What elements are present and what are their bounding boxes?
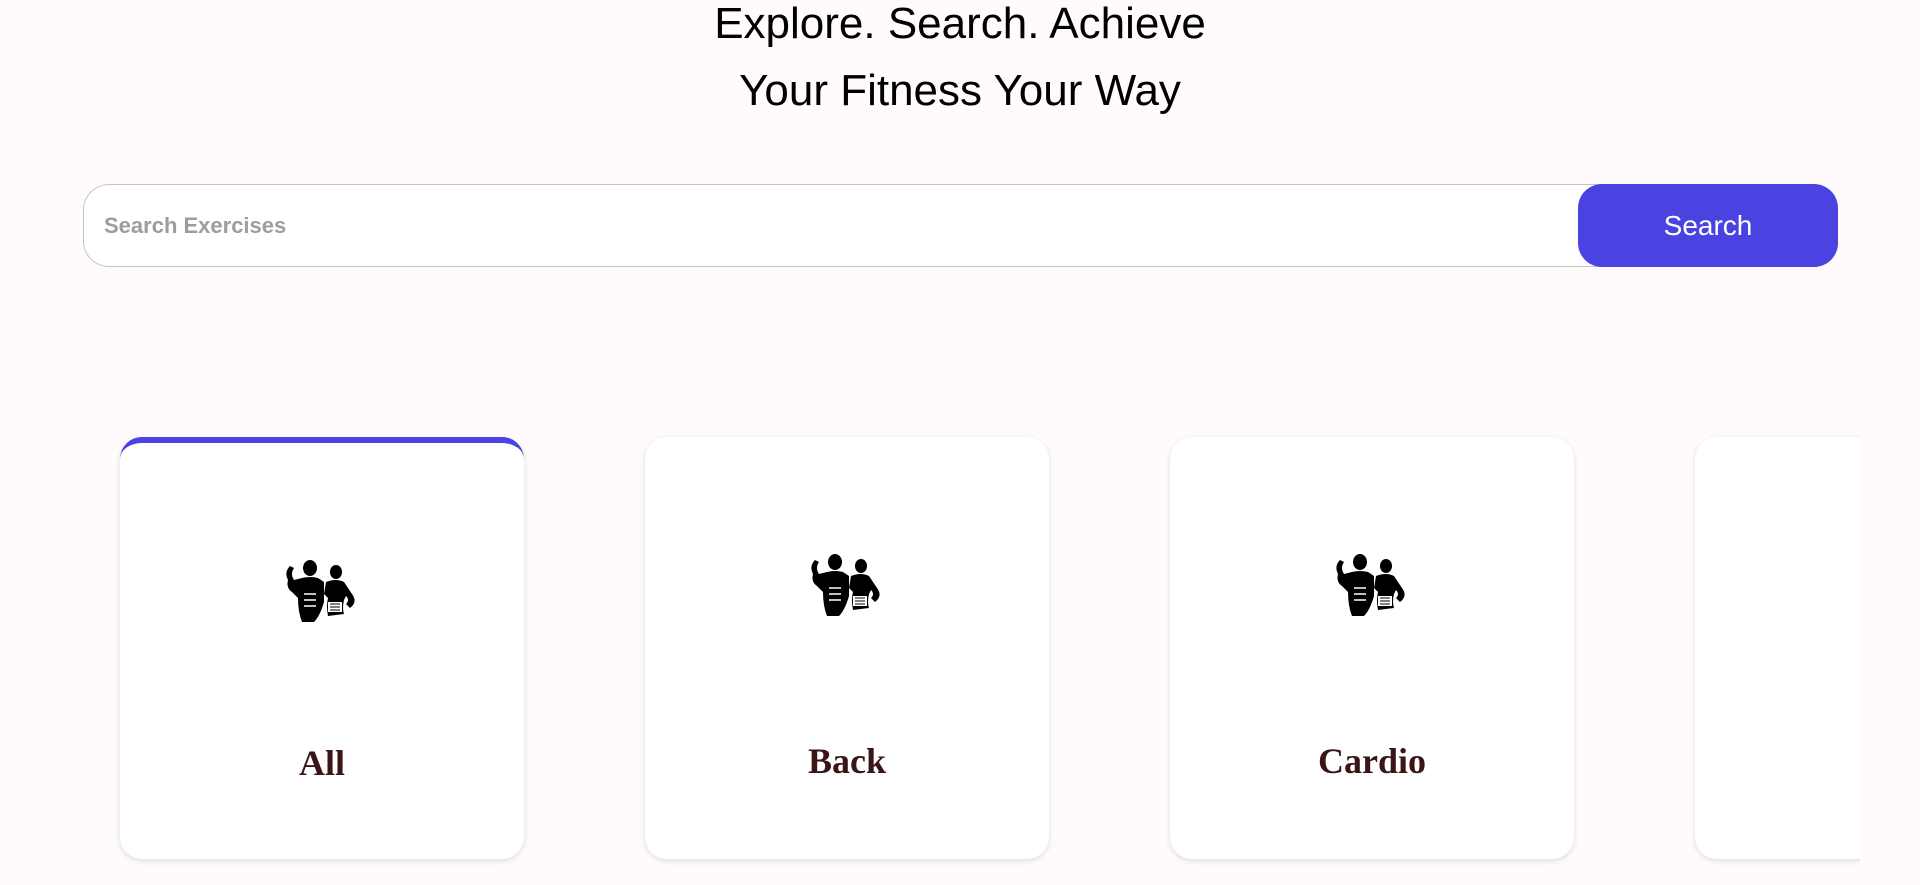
category-label: Back	[807, 741, 886, 781]
search-button[interactable]: Search	[1578, 184, 1838, 267]
bodybuilders-icon	[1336, 554, 1405, 616]
category-label: Cardio	[1318, 741, 1426, 781]
hero-title-line-2: Your Fitness Your Way	[739, 66, 1181, 115]
category-card-partial[interactable]: C	[1695, 437, 1860, 859]
category-card-back[interactable]: Back	[645, 437, 1049, 859]
bodybuilders-icon	[811, 554, 880, 616]
category-card-cardio[interactable]: Cardio	[1170, 437, 1574, 859]
search-input[interactable]	[83, 184, 1838, 267]
body-part-carousel[interactable]: All Back Cardio	[0, 430, 1860, 885]
category-card-all[interactable]: All	[120, 437, 524, 859]
hero-title-line-1: Explore. Search. Achieve	[714, 0, 1206, 48]
category-label: All	[298, 743, 345, 783]
bodybuilders-icon	[1855, 552, 1860, 620]
bodybuilders-icon	[286, 560, 355, 622]
search-bar: Search	[83, 184, 1838, 267]
category-label: C	[1695, 740, 1860, 782]
